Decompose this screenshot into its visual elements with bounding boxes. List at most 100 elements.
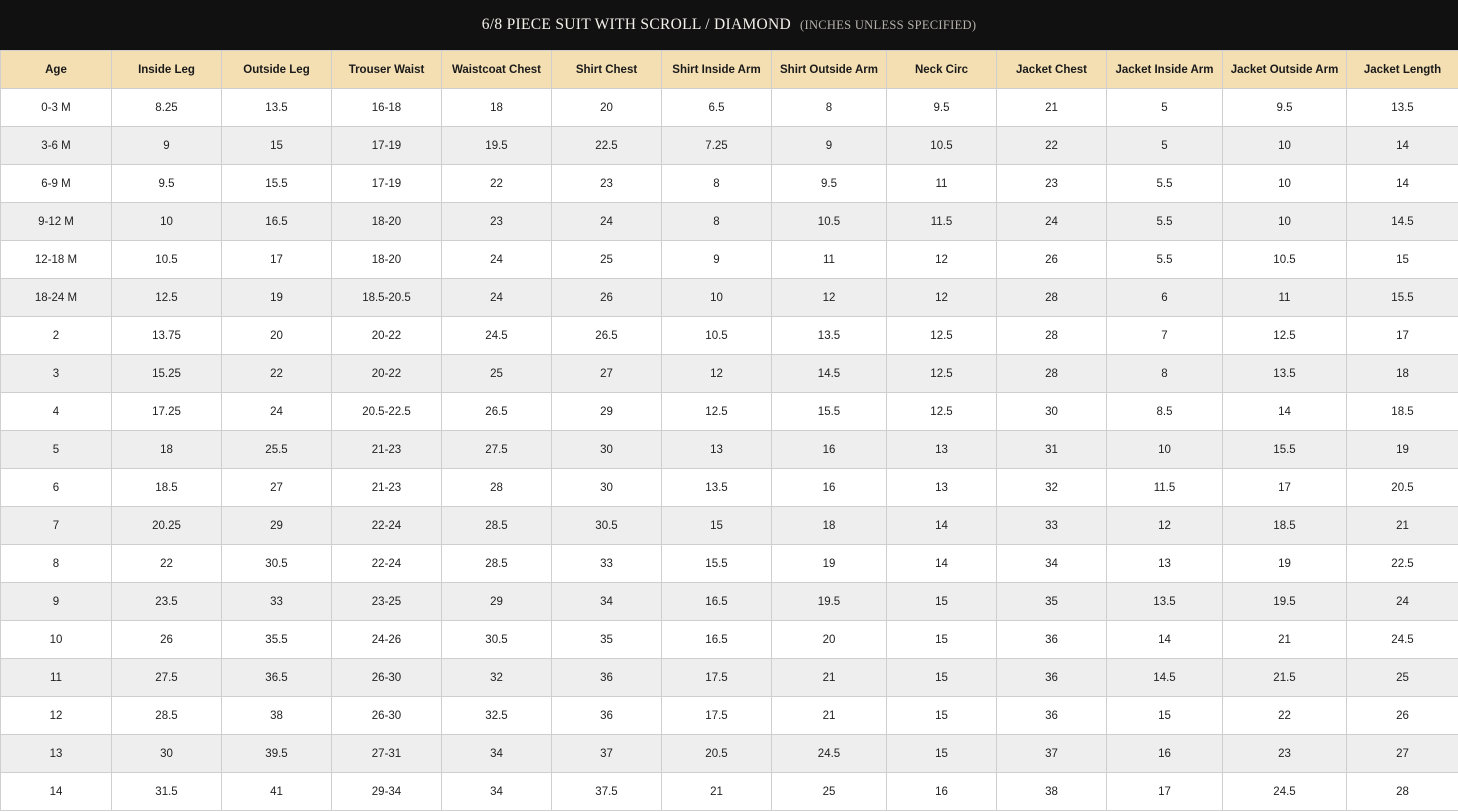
measurement-cell: 20 [771,620,887,659]
page-title: 6/8 PIECE SUIT WITH SCROLL / DIAMOND [481,16,792,33]
measurement-cell: 11.5 [886,202,997,241]
measurement-cell: 23 [551,164,662,203]
measurement-cell: 18 [111,430,222,469]
table-row: 4 17.25 24 20.5-22.5 26.5 29 12.5 15.5 12.5 30 8.5… [0,392,1458,431]
measurement-cell: 23-25 [331,582,442,621]
measurement-cell: 22-24 [331,544,442,583]
column-header: Jacket Outside Arm [1222,50,1347,89]
measurement-cell: 10.5 [111,240,222,279]
measurement-cell: 23 [441,202,552,241]
measurement-cell: 15 [886,582,997,621]
measurement-cell: 15 [1346,240,1458,279]
measurement-cell: 15 [886,658,997,697]
column-header: Outside Leg [221,50,332,89]
measurement-cell: 17 [1222,468,1347,507]
measurement-cell: 24.5 [771,734,887,773]
measurement-cell: 16.5 [221,202,332,241]
table-row: 11 27.5 36.5 26-30 32 36 17.5 21 15 36 14.5 21.5 25 [0,658,1458,697]
measurement-cell: 8.25 [111,88,222,127]
measurement-cell: 32 [441,658,552,697]
table-row: 7 20.25 29 22-24 28.5 30.5 15 18 14 33 12 18.5 21 [0,506,1458,545]
measurement-cell: 37 [996,734,1107,773]
measurement-cell: 9.5 [1222,88,1347,127]
measurement-cell: 24 [441,278,552,317]
measurement-cell: 11 [886,164,997,203]
age-cell: 12 [0,696,112,735]
measurement-cell: 18.5 [111,468,222,507]
table-row: 8 22 30.5 22-24 28.5 33 15.5 19 14 34 13 19 22.5 [0,544,1458,583]
measurement-cell: 24-26 [331,620,442,659]
column-header: Jacket Inside Arm [1106,50,1223,89]
measurement-cell: 24.5 [441,316,552,355]
measurement-cell: 37.5 [551,772,662,811]
measurement-cell: 29 [551,392,662,431]
measurement-cell: 25 [551,240,662,279]
measurement-cell: 27 [221,468,332,507]
age-cell: 3 [0,354,112,393]
measurement-cell: 22.5 [1346,544,1458,583]
measurement-cell: 24 [441,240,552,279]
measurement-cell: 27 [551,354,662,393]
age-cell: 5 [0,430,112,469]
table-row: 18-24 M 12.5 19 18.5-20.5 24 26 10 12 12 28 6 11 15.… [0,278,1458,317]
measurement-cell: 5.5 [1106,164,1223,203]
measurement-cell: 31 [996,430,1107,469]
measurement-cell: 35.5 [221,620,332,659]
measurement-cell: 26 [996,240,1107,279]
measurement-cell: 19.5 [441,126,552,165]
measurement-cell: 24 [1346,582,1458,621]
measurement-cell: 26 [1346,696,1458,735]
measurement-cell: 18 [441,88,552,127]
measurement-cell: 33 [221,582,332,621]
measurement-cell: 7 [1106,316,1223,355]
measurement-cell: 26 [111,620,222,659]
age-cell: 10 [0,620,112,659]
measurement-cell: 28.5 [111,696,222,735]
measurement-cell: 12.5 [661,392,772,431]
measurement-cell: 21 [661,772,772,811]
measurement-cell: 13.5 [661,468,772,507]
measurement-cell: 20.5-22.5 [331,392,442,431]
table-row: 9 23.5 33 23-25 29 34 16.5 19.5 15 35 13.5 19.5 24 [0,582,1458,621]
measurement-cell: 18.5 [1346,392,1458,431]
measurement-cell: 12 [886,240,997,279]
measurement-cell: 28.5 [441,544,552,583]
table-row: 5 18 25.5 21-23 27.5 30 13 16 13 31 10 15.5 19 [0,430,1458,469]
measurement-cell: 15 [221,126,332,165]
measurement-cell: 15.5 [1222,430,1347,469]
measurement-cell: 21-23 [331,468,442,507]
table-body: 0-3 M 8.25 13.5 16-18 18 20 6.5 8 9.5 21 5 9.5 13.5 3… [0,88,1458,811]
age-cell: 2 [0,316,112,355]
measurement-cell: 28 [996,278,1107,317]
measurement-cell: 30 [111,734,222,773]
measurement-cell: 19 [1346,430,1458,469]
measurement-cell: 33 [996,506,1107,545]
column-header: Neck Circ [886,50,997,89]
column-header: Shirt Chest [551,50,662,89]
measurement-cell: 35 [996,582,1107,621]
measurement-cell: 29 [441,582,552,621]
size-chart-table: Age Inside Leg Outside Leg Trouser Waist Wai… [0,50,1458,811]
measurement-cell: 30 [551,430,662,469]
measurement-cell: 20.5 [1346,468,1458,507]
column-header: Waistcoat Chest [441,50,552,89]
measurement-cell: 25 [1346,658,1458,697]
measurement-cell: 15 [661,506,772,545]
measurement-cell: 13 [661,430,772,469]
measurement-cell: 16.5 [661,620,772,659]
measurement-cell: 22 [996,126,1107,165]
measurement-cell: 27-31 [331,734,442,773]
measurement-cell: 24 [551,202,662,241]
measurement-cell: 21 [996,88,1107,127]
measurement-cell: 17.25 [111,392,222,431]
age-cell: 3-6 M [0,126,112,165]
measurement-cell: 14 [1346,126,1458,165]
measurement-cell: 15.25 [111,354,222,393]
measurement-cell: 15 [1106,696,1223,735]
measurement-cell: 9.5 [771,164,887,203]
measurement-cell: 22-24 [331,506,442,545]
measurement-cell: 21 [1346,506,1458,545]
measurement-cell: 16 [771,468,887,507]
table-row: 12 28.5 38 26-30 32.5 36 17.5 21 15 36 15 22 26 [0,696,1458,735]
measurement-cell: 20 [221,316,332,355]
